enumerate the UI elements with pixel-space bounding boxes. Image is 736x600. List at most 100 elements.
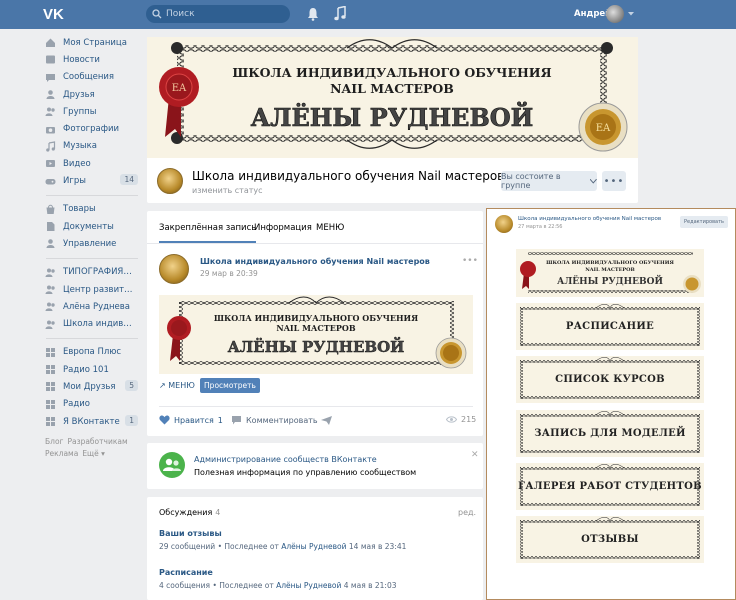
- post-image[interactable]: ШКОЛА ИНДИВИДУАЛЬНОГО ОБУЧЕНИЯ NAIL МАСТ…: [159, 295, 473, 374]
- sidebar-item[interactable]: Радио: [42, 396, 142, 413]
- admin-tips-title[interactable]: Администрирование сообществ ВКонтакте: [194, 455, 377, 464]
- music-icon[interactable]: [334, 6, 346, 21]
- menu-preview-panel: Школа индивидуального обучения Nail маст…: [486, 208, 736, 600]
- svg-text:VK: VK: [43, 6, 64, 22]
- preview-menu-button[interactable]: СПИСОК КУРСОВ: [516, 356, 704, 404]
- preview-banner-art: ШКОЛА ИНДИВИДУАЛЬНОГО ОБУЧЕНИЯ NAIL МАСТ…: [520, 252, 701, 293]
- group-avatar[interactable]: [157, 168, 183, 194]
- preview-date: 27 марта в 22:56: [518, 224, 563, 230]
- bell-icon[interactable]: [307, 7, 319, 21]
- preview-menu-button[interactable]: ЗАПИСЬ ДЛЯ МОДЕЛЕЙ: [516, 409, 704, 457]
- tab-menu[interactable]: МЕНЮ: [316, 223, 344, 233]
- admin-tips-text: Полезная информация по управлению сообще…: [194, 468, 417, 477]
- sidebar-item[interactable]: Радио 101: [42, 361, 142, 378]
- preview-menu-button[interactable]: РАСПИСАНИЕ: [516, 303, 704, 350]
- topic-last-author[interactable]: Алёны Рудневой: [276, 581, 341, 590]
- wax-seal-icon: EA: [159, 67, 199, 137]
- app-icon: [46, 347, 55, 357]
- sidebar-item[interactable]: Я ВКонтакте 1: [42, 413, 142, 430]
- post-banner-art: ШКОЛА ИНДИВИДУАЛЬНОГО ОБУЧЕНИЯ NAIL МАСТ…: [167, 296, 467, 369]
- music-icon: [46, 141, 56, 152]
- sidebar-item[interactable]: Мои Друзья 5: [42, 378, 142, 395]
- view-button[interactable]: Просмотреть: [200, 378, 260, 393]
- sidebar-item[interactable]: Музыка: [42, 138, 142, 155]
- post-author-avatar[interactable]: [159, 254, 189, 284]
- topic-meta: 29 сообщений • Последнее от Алёны Руднев…: [159, 542, 406, 551]
- top-bar: VK Поиск Андрей: [0, 0, 736, 29]
- admin-tips-card: Администрирование сообществ ВКонтакте По…: [147, 443, 483, 489]
- vk-logo-icon[interactable]: VK: [43, 6, 65, 22]
- cover-line3: АЛЁНЫ РУДНЕВОЙ: [251, 101, 534, 132]
- preview-menu-button-label: ЗАПИСЬ ДЛЯ МОДЕЛЕЙ: [534, 427, 686, 439]
- discussions-header[interactable]: Обсуждения 4: [159, 508, 220, 517]
- chevron-down-icon[interactable]: [628, 12, 634, 16]
- sidebar-item[interactable]: Фотографии: [42, 120, 142, 137]
- topic-title[interactable]: Ваши отзывы: [159, 529, 222, 538]
- community-admin-icon[interactable]: [159, 452, 185, 478]
- post-banner-line1: ШКОЛА ИНДИВИДУАЛЬНОГО ОБУЧЕНИЯ: [214, 313, 418, 323]
- sidebar-item[interactable]: Сообщения: [42, 69, 142, 86]
- topic-message-count: 4 сообщения: [159, 581, 211, 590]
- sidebar-footer: Блог Разработчикам Реклама Ещё ▾: [45, 436, 142, 460]
- views-counter: 215: [446, 415, 476, 424]
- footer-link-developers[interactable]: Разработчикам: [67, 437, 127, 446]
- sidebar-item[interactable]: Европа Плюс: [42, 344, 142, 361]
- discussions-edit-link[interactable]: ред.: [458, 508, 476, 517]
- chevron-down-icon: [590, 178, 597, 184]
- topic-last-time[interactable]: 14 мая в 23:41: [349, 542, 407, 551]
- topic-last-time[interactable]: 4 мая в 21:03: [344, 581, 397, 590]
- preview-menu-button[interactable]: ГАЛЕРЕЯ РАБОТ СТУДЕНТОВ: [516, 462, 704, 510]
- sidebar-item[interactable]: Управление: [42, 235, 142, 252]
- preview-menu-button-label: ОТЗЫВЫ: [581, 534, 639, 546]
- sidebar-item-label: Алёна Руднева: [63, 301, 130, 312]
- sidebar-item[interactable]: Школа индивидуа...: [42, 315, 142, 332]
- user-avatar[interactable]: [606, 5, 624, 23]
- sidebar-item[interactable]: Игры 14: [42, 172, 142, 189]
- cover-banner-art: EA EA ШКОЛА ИНДИВИДУАЛЬНОГО ОБУЧЕНИЯ NAI…: [159, 39, 628, 152]
- post-author[interactable]: Школа индивидуального обучения Nail маст…: [200, 257, 430, 266]
- app-icon: [46, 417, 55, 427]
- membership-button-label: Вы состоите в группе: [501, 172, 561, 190]
- comment-button[interactable]: Комментировать: [231, 415, 318, 425]
- sidebar-item[interactable]: Видео: [42, 155, 142, 172]
- close-icon[interactable]: ✕: [471, 450, 479, 460]
- footer-link-more[interactable]: Ещё ▾: [82, 449, 105, 458]
- footer-link-blog[interactable]: Блог: [45, 437, 63, 446]
- heart-icon: [159, 415, 170, 425]
- post-date[interactable]: 29 мар в 20:39: [200, 269, 258, 278]
- menu-link[interactable]: ↗ МЕНЮ: [159, 381, 195, 390]
- link-icon: ↗: [159, 381, 166, 390]
- sidebar-item[interactable]: Товары: [42, 201, 142, 218]
- group-title: Школа индивидуального обучения Nail маст…: [192, 169, 505, 183]
- preview-group-name: Школа индивидуального обучения Nail маст…: [518, 216, 662, 222]
- post-actions-button[interactable]: •••: [462, 256, 478, 266]
- app-icon: [46, 399, 55, 409]
- sidebar-item-label: Новости: [63, 54, 100, 65]
- sidebar-item[interactable]: Новости: [42, 51, 142, 68]
- membership-button[interactable]: Вы состоите в группе: [501, 171, 597, 191]
- sidebar-item[interactable]: ТИПОГРАФИЯ | ДИ...: [42, 264, 142, 281]
- sidebar-item[interactable]: Группы: [42, 103, 142, 120]
- footer-link-ads[interactable]: Реклама: [45, 449, 78, 458]
- topic-title[interactable]: Расписание: [159, 568, 213, 577]
- share-icon[interactable]: [321, 416, 332, 425]
- tab-information[interactable]: Информация: [254, 223, 312, 233]
- tab-pinned-post[interactable]: Закреплённая запись: [159, 223, 257, 243]
- menu-link-label: МЕНЮ: [168, 381, 195, 390]
- group-status[interactable]: изменить статус: [192, 186, 263, 195]
- sidebar-item[interactable]: Алёна Руднева: [42, 298, 142, 315]
- cover-line2: NAIL МАСТЕРОВ: [330, 81, 454, 96]
- sidebar-item[interactable]: Документы: [42, 218, 142, 235]
- search-input[interactable]: Поиск: [146, 5, 290, 23]
- post-divider: [159, 406, 473, 407]
- preview-menu-button[interactable]: ОТЗЫВЫ: [516, 516, 704, 564]
- sidebar-item[interactable]: Центр развития...: [42, 281, 142, 298]
- sidebar-item[interactable]: Моя Страница: [42, 34, 142, 51]
- topic-last-author[interactable]: Алёны Рудневой: [281, 542, 346, 551]
- like-button[interactable]: Нравится 1: [159, 415, 223, 425]
- gold-medallion-icon: [683, 275, 701, 293]
- group-icon: [45, 320, 55, 329]
- group-more-button[interactable]: •••: [602, 171, 626, 191]
- preview-edit-button[interactable]: Редактировать: [680, 216, 728, 228]
- sidebar-item[interactable]: Друзья: [42, 86, 142, 103]
